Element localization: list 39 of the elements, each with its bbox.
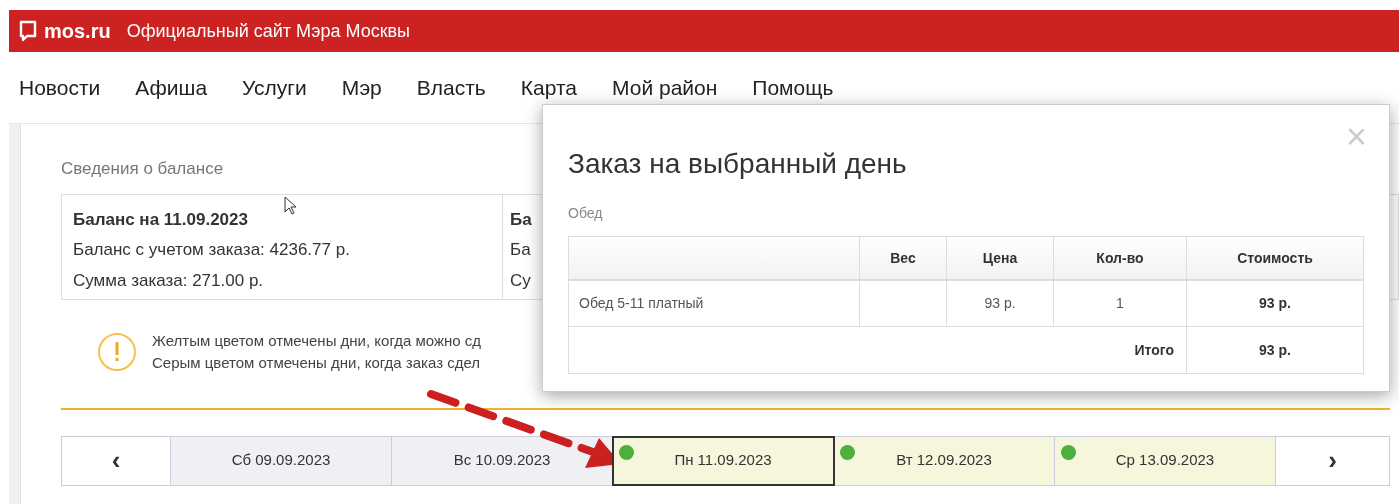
day-tab[interactable]: Сб 09.09.2023 <box>171 436 392 485</box>
nav-link[interactable]: Мэр <box>341 71 382 104</box>
total-value: 93 р. <box>1259 340 1291 360</box>
table-cell-text: Обед 5-11 платный <box>579 294 704 313</box>
column-header: Вес <box>890 248 916 268</box>
dialog-title: Заказ на выбранный день <box>568 147 908 181</box>
column-header: Цена <box>982 248 1018 268</box>
nav-link[interactable]: Мой район <box>612 71 718 104</box>
day-tab[interactable]: Ср 13.09.2023 <box>1055 436 1276 485</box>
section-heading: Сведения о балансе <box>61 158 224 180</box>
legend-text: Серым цветом отмечены дни, когда заказ сдел <box>152 352 482 373</box>
balance-line: Сумма заказа: 271.00 р. <box>73 269 264 292</box>
mouse-pointer-icon <box>284 196 298 216</box>
logo-text[interactable]: mos.ru <box>44 16 111 46</box>
table-cell-text: 1 <box>1116 294 1124 313</box>
day-tab[interactable]: Пн 11.09.2023 <box>613 436 834 485</box>
nav-link[interactable]: Афиша <box>135 71 208 104</box>
speech-bubble-icon <box>19 20 37 42</box>
site-title: Официальный сайт Мэра Москвы <box>126 19 411 43</box>
section-label: Обед <box>568 204 604 223</box>
legend-text: Желтым цветом отмечены дни, когда можно сд <box>152 330 482 351</box>
nav-link[interactable]: Власть <box>416 71 486 104</box>
nav-link[interactable]: Услуги <box>242 71 307 104</box>
day-tab[interactable]: Вт 12.09.2023 <box>834 436 1055 485</box>
balance-line: Ба <box>510 239 531 261</box>
balance-line: Баланс с учетом заказа: 4236.77 р. <box>73 239 350 261</box>
column-header: Стоимость <box>1237 248 1313 268</box>
total-label: Итого <box>1134 340 1174 360</box>
balance-line: Су <box>510 269 531 292</box>
nav-link[interactable]: Помощь <box>752 71 834 104</box>
balance-title: Ба <box>510 208 532 231</box>
table-cell-text: 93 р. <box>1259 294 1291 313</box>
column-header: Кол-во <box>1096 248 1144 268</box>
day-tab[interactable]: Вс 10.09.2023 <box>392 436 613 485</box>
warning-icon <box>98 332 136 371</box>
nav-link[interactable]: Карта <box>520 71 577 104</box>
table-cell-text: 93 р. <box>984 294 1016 313</box>
nav-link[interactable]: Новости <box>19 71 101 104</box>
balance-title: Баланс на 11.09.2023 <box>73 208 248 231</box>
